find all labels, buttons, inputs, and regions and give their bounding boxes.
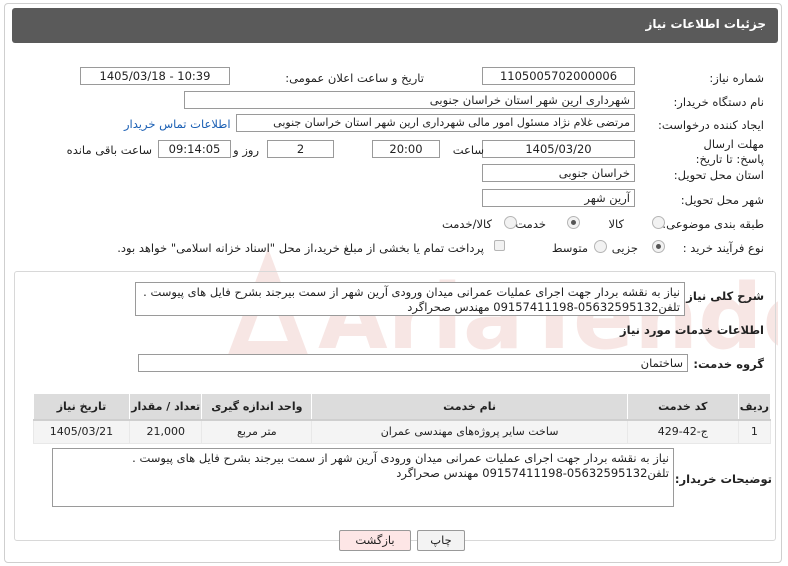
- title-bar: جزئیات اطلاعات نیاز: [12, 8, 778, 43]
- col-service-name: نام خدمت: [311, 393, 628, 421]
- col-row: ردیف: [737, 393, 772, 421]
- cell-service-code: ج-42-429: [626, 419, 739, 444]
- announce-date-field: 1405/03/18 - 10:39: [80, 67, 230, 85]
- page-title: جزئیات اطلاعات نیاز: [645, 17, 766, 31]
- creator-label: ایجاد کننده درخواست:: [658, 118, 764, 132]
- service-group-field: ساختمان: [138, 354, 688, 372]
- deadline-label: مهلت ارسال پاسخ: تا تاریخ:: [695, 137, 764, 166]
- process-label: نوع فرآیند خرید :: [682, 241, 764, 255]
- need-number-label: شماره نیاز:: [709, 71, 764, 85]
- col-quantity: تعداد / مقدار: [128, 393, 203, 421]
- announce-date-label: تاریخ و ساعت اعلان عمومی:: [285, 71, 424, 85]
- col-service-code: کد خدمت: [626, 393, 739, 421]
- services-table: تاریخ نیاز تعداد / مقدار واحد اندازه گیر…: [33, 393, 772, 444]
- deadline-time-field: 20:00: [372, 140, 440, 158]
- days-remaining-field: 2: [267, 140, 334, 158]
- buyer-field: شهرداری ارین شهر استان خراسان جنوبی: [184, 91, 635, 109]
- days-label: روز و: [233, 143, 259, 157]
- service-group-label: گروه خدمت:: [693, 357, 764, 371]
- treasury-note: پرداخت تمام یا بخشی از مبلغ خرید،از محل …: [117, 241, 484, 255]
- table-row: 1405/03/21 21,000 متر مربع ساخت سایر پرو…: [33, 419, 772, 444]
- category-option-goods-service: کالا/خدمت: [441, 217, 492, 231]
- deadline-date-field: 1405/03/20: [482, 140, 635, 158]
- print-button[interactable]: چاپ: [417, 530, 465, 551]
- category-option-service: خدمت: [515, 217, 546, 231]
- deadline-time-label: ساعت: [452, 143, 484, 157]
- col-need-date: تاریخ نیاز: [33, 393, 130, 421]
- province-label: استان محل تحویل:: [673, 168, 764, 182]
- cell-quantity: 21,000: [128, 419, 203, 444]
- col-unit: واحد اندازه گیری: [201, 393, 313, 421]
- category-label: طبقه بندی موضوعی:: [662, 217, 764, 231]
- buyer-label: نام دستگاه خریدار:: [673, 95, 764, 109]
- buyer-contact-link[interactable]: اطلاعات تماس خریدار: [124, 117, 231, 131]
- category-radio-goods[interactable]: [652, 216, 665, 229]
- province-field: خراسان جنوبی: [482, 164, 635, 182]
- creator-field: مرتضی غلام نژاد مسئول امور مالی شهرداری …: [236, 114, 635, 132]
- category-radio-goods-service[interactable]: [504, 216, 517, 229]
- buyer-notes-text: نیاز به نقشه بردار جهت اجرای عملیات عمرا…: [52, 448, 674, 507]
- process-option-medium: متوسط: [551, 241, 588, 255]
- process-radio-medium[interactable]: [594, 240, 607, 253]
- cell-unit: متر مربع: [201, 419, 313, 444]
- treasury-checkbox[interactable]: [494, 240, 505, 251]
- description-text: نیاز به نقشه بردار جهت اجرای عملیات عمرا…: [135, 282, 685, 316]
- remaining-time-label: ساعت باقی مانده: [66, 143, 152, 157]
- process-radio-minor[interactable]: [652, 240, 665, 253]
- cell-row-number: 1: [737, 419, 772, 444]
- description-label: شرح کلی نیاز:: [681, 289, 764, 303]
- back-button[interactable]: بازگشت: [339, 530, 411, 551]
- buyer-notes-label: توضیحات خریدار:: [674, 472, 772, 486]
- cell-service-name: ساخت سایر پروژه‌های مهندسی عمران: [311, 419, 628, 444]
- services-section-title: اطلاعات خدمات مورد نیاز: [620, 323, 764, 337]
- city-field: آرین شهر: [482, 189, 635, 207]
- need-number-field: 1105005702000006: [482, 67, 635, 85]
- category-radio-service[interactable]: [567, 216, 580, 229]
- remaining-time-field: 09:14:05: [158, 140, 231, 158]
- process-option-minor: جزیی: [611, 241, 638, 255]
- table-header-row: تاریخ نیاز تعداد / مقدار واحد اندازه گیر…: [33, 393, 772, 421]
- category-option-goods: کالا: [608, 217, 624, 231]
- cell-need-date: 1405/03/21: [33, 419, 130, 444]
- city-label: شهر محل تحویل:: [680, 193, 764, 207]
